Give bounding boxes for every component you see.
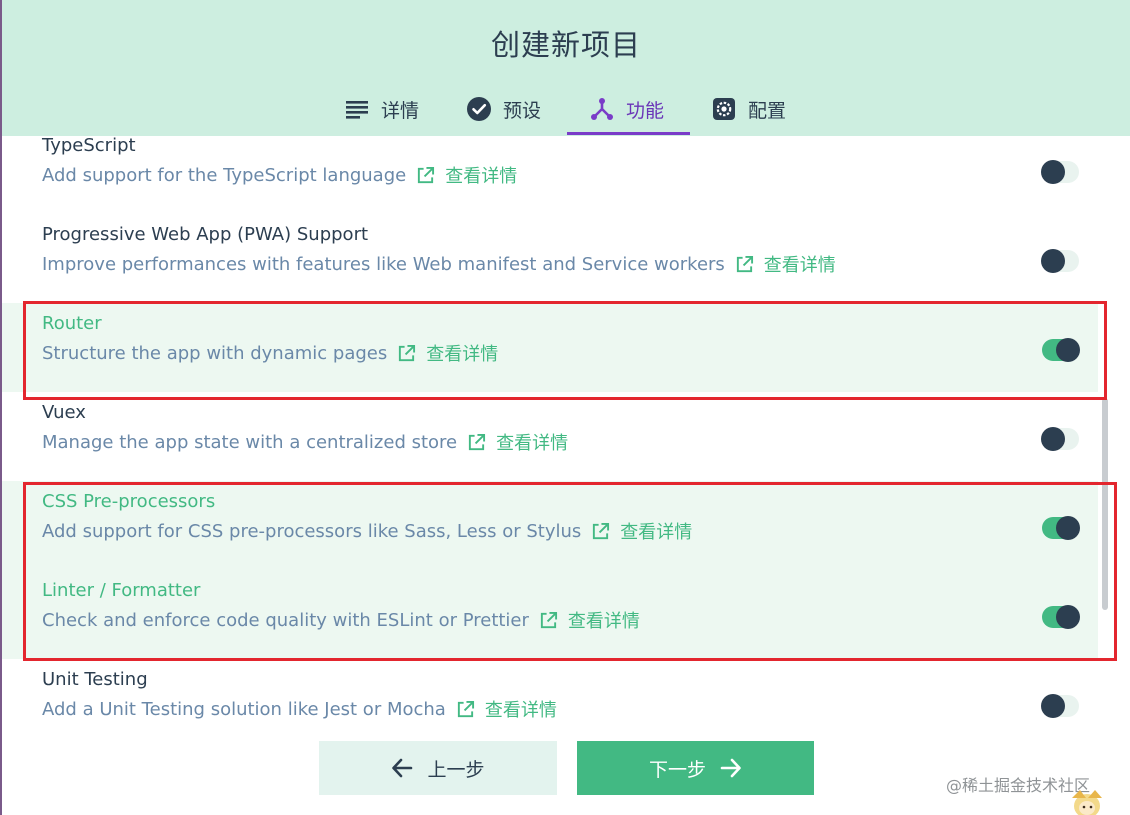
feature-title: Unit Testing xyxy=(42,669,148,690)
feature-row-css-preprocessors[interactable]: CSS Pre-processors Add support for CSS p… xyxy=(2,481,1098,570)
fork-icon xyxy=(591,98,613,120)
toggle-knob xyxy=(1041,249,1065,273)
header: 创建新项目 详情 预设 功能 配置 xyxy=(2,0,1130,136)
feature-description: Add a Unit Testing solution like Jest or… xyxy=(42,696,557,722)
external-link-icon[interactable] xyxy=(591,522,610,541)
details-link[interactable]: 查看详情 xyxy=(764,251,836,277)
feature-desc-text: Add a Unit Testing solution like Jest or… xyxy=(42,698,446,720)
previous-button[interactable]: 上一步 xyxy=(319,741,557,795)
list-icon xyxy=(346,101,368,119)
feature-row-vuex[interactable]: Vuex Manage the app state with a central… xyxy=(2,392,1098,481)
feature-row-linter[interactable]: Linter / Formatter Check and enforce cod… xyxy=(2,570,1098,659)
next-button-label: 下一步 xyxy=(648,758,706,781)
mascot-icon xyxy=(1072,790,1102,815)
external-link-icon[interactable] xyxy=(397,344,416,363)
feature-desc-text: Structure the app with dynamic pages xyxy=(42,342,388,364)
arrow-right-icon xyxy=(720,758,741,778)
tab-details[interactable]: 详情 xyxy=(345,84,419,134)
feature-title: Linter / Formatter xyxy=(42,580,201,601)
feature-toggle[interactable] xyxy=(1041,427,1079,451)
next-button[interactable]: 下一步 xyxy=(577,741,814,795)
details-link[interactable]: 查看详情 xyxy=(485,696,557,722)
feature-toggle[interactable] xyxy=(1041,160,1079,184)
toggle-knob xyxy=(1056,605,1080,629)
toggle-knob xyxy=(1041,427,1065,451)
feature-list[interactable]: TypeScript Add support for the TypeScrip… xyxy=(2,136,1098,722)
scrollbar[interactable] xyxy=(1100,136,1110,722)
check-circle-icon xyxy=(467,97,491,121)
gear-icon xyxy=(713,98,735,120)
tab-label: 预设 xyxy=(503,99,542,122)
toggle-knob xyxy=(1041,694,1065,718)
tab-label: 功能 xyxy=(626,99,665,122)
feature-row-router[interactable]: Router Structure the app with dynamic pa… xyxy=(2,303,1098,392)
arrow-left-icon xyxy=(392,758,413,778)
feature-title: Router xyxy=(42,313,102,334)
feature-title: Progressive Web App (PWA) Support xyxy=(42,224,369,245)
feature-toggle[interactable] xyxy=(1042,605,1080,629)
tab-bar: 详情 预设 功能 配置 xyxy=(2,84,1130,136)
external-link-icon[interactable] xyxy=(467,433,486,452)
previous-button-label: 上一步 xyxy=(427,758,485,781)
feature-description: Improve performances with features like … xyxy=(42,251,836,277)
toggle-knob xyxy=(1056,338,1080,362)
details-link[interactable]: 查看详情 xyxy=(568,607,640,633)
details-link[interactable]: 查看详情 xyxy=(496,429,568,455)
active-tab-indicator xyxy=(567,132,690,135)
feature-desc-text: Add support for the TypeScript language xyxy=(42,164,407,186)
details-link[interactable]: 查看详情 xyxy=(426,340,498,366)
footer: 上一步 下一步 xyxy=(2,722,1130,815)
feature-toggle[interactable] xyxy=(1042,516,1080,540)
feature-desc-text: Improve performances with features like … xyxy=(42,253,725,275)
scrollbar-thumb[interactable] xyxy=(1102,398,1108,610)
tab-features[interactable]: 功能 xyxy=(590,84,664,134)
tab-presets[interactable]: 预设 xyxy=(467,84,541,134)
app-window: 创建新项目 详情 预设 功能 配置 TypeScript Add support… xyxy=(0,0,1130,815)
feature-desc-text: Add support for CSS pre-processors like … xyxy=(42,520,582,542)
feature-description: Structure the app with dynamic pages 查看详… xyxy=(42,340,498,366)
feature-toggle[interactable] xyxy=(1042,338,1080,362)
tab-label: 详情 xyxy=(381,99,420,122)
tab-config[interactable]: 配置 xyxy=(712,84,786,134)
feature-title: Vuex xyxy=(42,402,86,423)
feature-title: TypeScript xyxy=(42,136,136,156)
feature-description: Check and enforce code quality with ESLi… xyxy=(42,607,640,633)
external-link-icon[interactable] xyxy=(539,611,558,630)
external-link-icon[interactable] xyxy=(735,255,754,274)
details-link[interactable]: 查看详情 xyxy=(620,518,692,544)
feature-description: Add support for CSS pre-processors like … xyxy=(42,518,692,544)
toggle-knob xyxy=(1056,516,1080,540)
feature-row-unit-testing[interactable]: Unit Testing Add a Unit Testing solution… xyxy=(2,659,1098,722)
feature-description: Manage the app state with a centralized … xyxy=(42,429,568,455)
feature-toggle[interactable] xyxy=(1041,694,1079,718)
external-link-icon[interactable] xyxy=(456,700,475,719)
page-title: 创建新项目 xyxy=(490,28,641,62)
feature-toggle[interactable] xyxy=(1041,249,1079,273)
feature-title: CSS Pre-processors xyxy=(42,491,216,512)
toggle-knob xyxy=(1041,160,1065,184)
details-link[interactable]: 查看详情 xyxy=(445,162,517,188)
feature-row-typescript[interactable]: TypeScript Add support for the TypeScrip… xyxy=(2,136,1098,214)
feature-desc-text: Check and enforce code quality with ESLi… xyxy=(42,609,529,631)
external-link-icon[interactable] xyxy=(416,166,435,185)
feature-desc-text: Manage the app state with a centralized … xyxy=(42,431,458,453)
feature-row-pwa[interactable]: Progressive Web App (PWA) Support Improv… xyxy=(2,214,1098,303)
feature-description: Add support for the TypeScript language … xyxy=(42,162,517,188)
tab-label: 配置 xyxy=(748,99,787,122)
